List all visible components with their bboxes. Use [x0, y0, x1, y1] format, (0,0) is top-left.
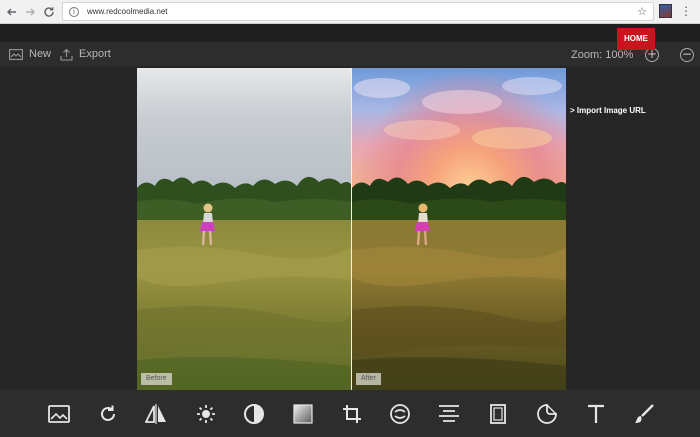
contrast-icon[interactable]: [242, 402, 266, 426]
new-button[interactable]: New: [9, 47, 51, 61]
after-trees: [352, 176, 566, 226]
after-label: After: [356, 373, 381, 385]
address-bar[interactable]: i www.redcoolmedia.net ☆: [62, 2, 654, 21]
before-trees: [137, 176, 351, 226]
crop-icon[interactable]: [340, 402, 364, 426]
app-header-strip: [0, 24, 700, 42]
gradient-icon[interactable]: [291, 402, 315, 426]
flip-icon[interactable]: [144, 402, 168, 426]
child-figure-after-icon: [415, 203, 430, 246]
after-grass-texture: [352, 246, 566, 390]
before-grass-texture: [137, 246, 351, 390]
url-text: www.redcoolmedia.net: [87, 7, 168, 16]
export-icon: [60, 48, 73, 61]
browser-bar: i www.redcoolmedia.net ☆ ⋮: [0, 0, 700, 24]
tools-bar: [0, 390, 700, 437]
new-image-icon: [9, 48, 23, 60]
browser-menu-icon[interactable]: ⋮: [680, 2, 692, 20]
extension-icon[interactable]: [659, 4, 672, 18]
editor-toolbar: New Export Zoom: 100% + −: [0, 42, 700, 66]
forward-arrow-icon[interactable]: [20, 2, 40, 22]
frame-icon[interactable]: [486, 402, 510, 426]
child-figure-icon: [200, 203, 215, 246]
info-icon[interactable]: i: [69, 6, 79, 17]
brightness-icon[interactable]: [194, 402, 218, 426]
align-icon[interactable]: [437, 402, 461, 426]
zoom-in-icon[interactable]: +: [645, 48, 659, 62]
distort-icon[interactable]: [388, 402, 412, 426]
rotate-icon[interactable]: [96, 402, 120, 426]
back-arrow-icon[interactable]: [2, 2, 22, 22]
home-button[interactable]: HOME: [617, 28, 655, 50]
import-image-url-link[interactable]: > Import Image URL: [570, 106, 646, 115]
sticker-icon[interactable]: [535, 402, 559, 426]
bookmark-star-icon[interactable]: ☆: [637, 5, 647, 18]
new-label: New: [29, 48, 52, 60]
image-icon[interactable]: [47, 402, 71, 426]
after-clouds: [354, 77, 562, 149]
brush-icon[interactable]: [632, 402, 656, 426]
export-label: Export: [79, 48, 111, 60]
after-image: After: [352, 68, 566, 390]
zoom-out-icon[interactable]: −: [680, 48, 694, 62]
reload-icon[interactable]: [39, 2, 59, 22]
export-button[interactable]: Export: [60, 47, 111, 61]
text-icon[interactable]: [584, 402, 608, 426]
before-image: Before: [137, 68, 351, 390]
before-label: Before: [141, 373, 172, 385]
zoom-level: Zoom: 100%: [571, 49, 634, 61]
